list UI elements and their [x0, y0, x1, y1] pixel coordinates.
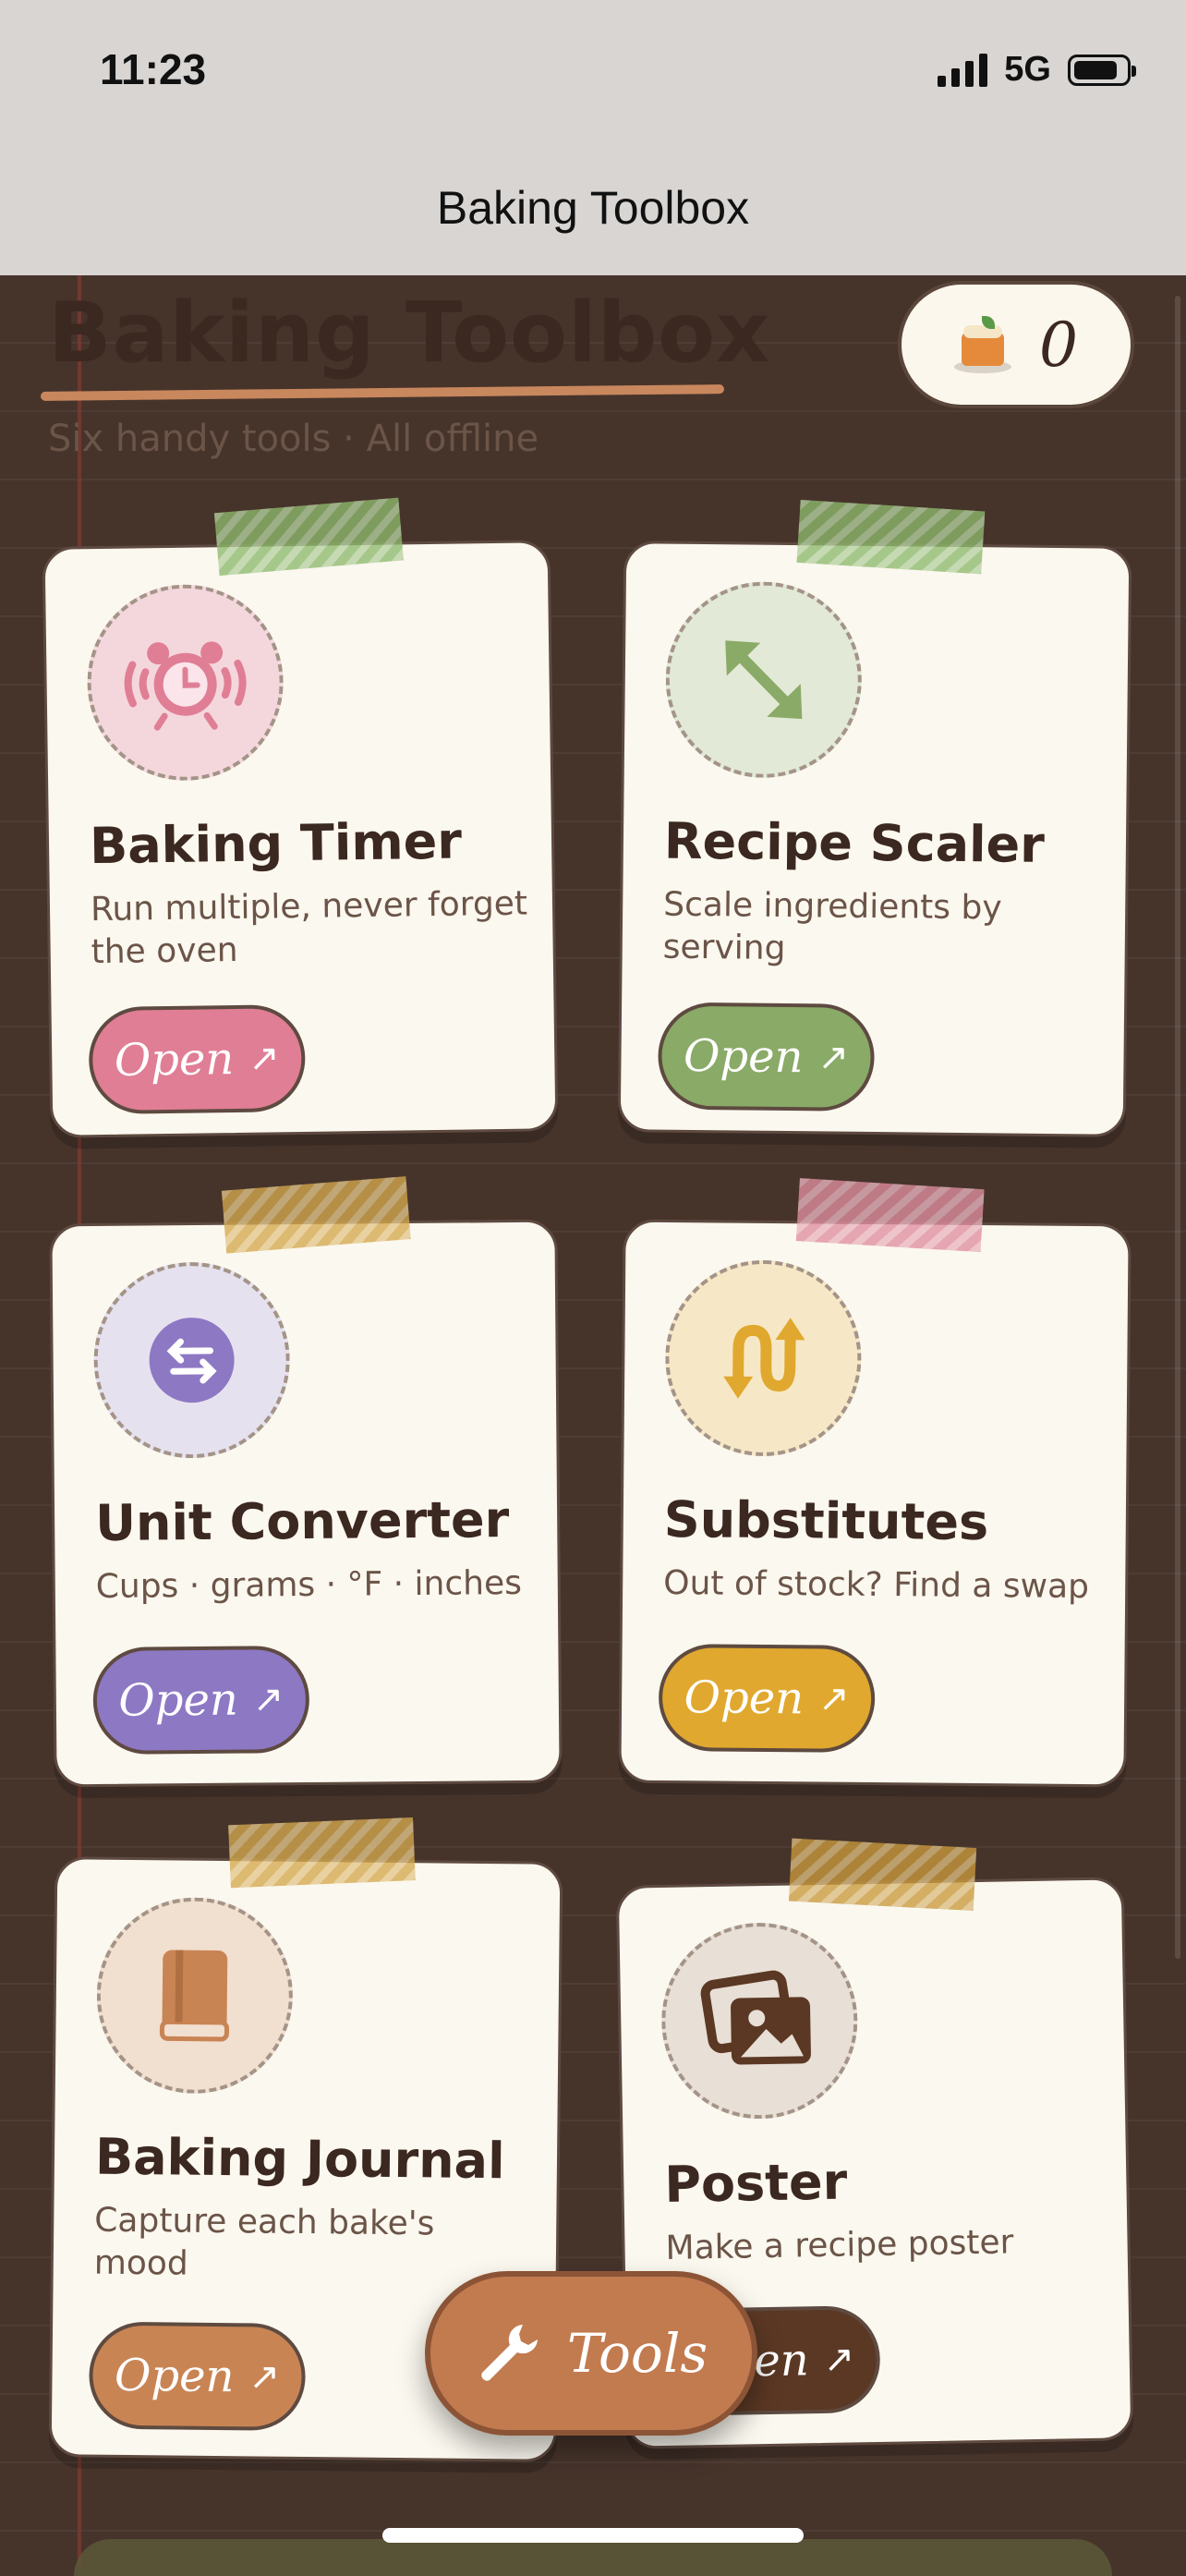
tool-card-baking-timer[interactable]: Baking Timer Run multiple, never forget …: [42, 497, 559, 1138]
tool-card-unit-converter[interactable]: Unit Converter Cups · grams · °F · inche…: [49, 1176, 563, 1788]
arrow-up-right-icon: ↗: [823, 2338, 855, 2381]
button-label: Open: [114, 2349, 235, 2403]
battery-icon: [1068, 54, 1136, 86]
swap-curve-icon: [723, 1318, 805, 1399]
card-title: Baking Timer: [89, 811, 463, 876]
card-title: Recipe Scaler: [663, 811, 1046, 874]
open-recipe-scaler-button[interactable]: Open ↗: [657, 1002, 876, 1112]
swap-arrows-icon: [149, 1318, 235, 1403]
tape-decoration: [228, 1817, 416, 1889]
card-badge: [92, 1261, 291, 1459]
tools-label: Tools: [566, 2322, 708, 2385]
tape-decoration: [795, 1178, 985, 1253]
card-badge: [95, 1896, 294, 2095]
photos-icon: [700, 1970, 811, 2065]
card-title: Substitutes: [663, 1490, 989, 1552]
tool-card-substitutes[interactable]: Substitutes Out of stock? Find a swap Op…: [618, 1178, 1132, 1788]
signal-icon: [938, 53, 988, 87]
open-unit-converter-button[interactable]: Open ↗: [92, 1645, 310, 1756]
card-badge: [664, 580, 863, 779]
card-description: Out of stock? Find a swap: [663, 1564, 1090, 1607]
card-title: Unit Converter: [94, 1490, 510, 1552]
tape-decoration: [221, 1176, 411, 1254]
button-label: Open: [118, 1673, 239, 1727]
scrollbar[interactable]: [1175, 296, 1180, 1959]
card-description: Make a recipe poster: [665, 2223, 1014, 2267]
arrow-up-right-icon: ↗: [248, 1037, 281, 1080]
card-badge: [660, 1921, 860, 2120]
open-baking-journal-button[interactable]: Open ↗: [88, 2321, 307, 2432]
card-description: Scale ingredients by serving: [662, 885, 1002, 967]
arrow-up-right-icon: ↗: [817, 1036, 850, 1079]
top-bar: 11:23 5G Baking Toolbox: [0, 0, 1186, 275]
tools-fab-button[interactable]: Tools: [425, 2271, 757, 2436]
arrow-up-right-icon: ↗: [817, 1677, 850, 1720]
tape-decoration: [796, 499, 986, 575]
arrow-up-right-icon: ↗: [248, 2355, 281, 2399]
cake-icon: [954, 316, 1011, 373]
card-description: Run multiple, never forget the oven: [90, 884, 528, 972]
open-baking-timer-button[interactable]: Open ↗: [88, 1003, 307, 1115]
home-indicator[interactable]: [382, 2528, 804, 2543]
card-title: Poster: [663, 2152, 848, 2214]
bottom-card-peek: [74, 2539, 1112, 2576]
card-badge: [664, 1259, 863, 1457]
card-description: Capture each bake's mood: [93, 2201, 435, 2283]
card-description: Cups · grams · °F · inches: [95, 1563, 523, 1606]
page-subtitle: Six handy tools · All offline: [48, 418, 539, 460]
status-indicators: 5G: [938, 50, 1136, 90]
button-label: Open: [114, 1033, 235, 1087]
book-icon: [159, 1950, 229, 2042]
network-label: 5G: [1004, 50, 1051, 89]
tape-decoration: [788, 1838, 977, 1911]
button-label: Open: [683, 1029, 804, 1084]
open-substitutes-button[interactable]: Open ↗: [658, 1643, 876, 1754]
nav-title: Baking Toolbox: [436, 182, 750, 234]
wrench-icon: [481, 2325, 538, 2381]
button-label: Open: [684, 1671, 805, 1725]
counter-value: 0: [1039, 309, 1078, 381]
resize-arrows-icon: [725, 640, 803, 720]
status-time: 11:23: [100, 45, 207, 93]
tool-card-recipe-scaler[interactable]: Recipe Scaler Scale ingredients by servi…: [617, 499, 1132, 1137]
card-badge: [86, 583, 285, 783]
bake-counter[interactable]: 0: [898, 281, 1134, 408]
arrow-up-right-icon: ↗: [252, 1678, 284, 1721]
page-title: Baking Toolbox: [48, 285, 771, 382]
card-title: Baking Journal: [94, 2127, 505, 2191]
alarm-clock-icon: [124, 641, 247, 731]
